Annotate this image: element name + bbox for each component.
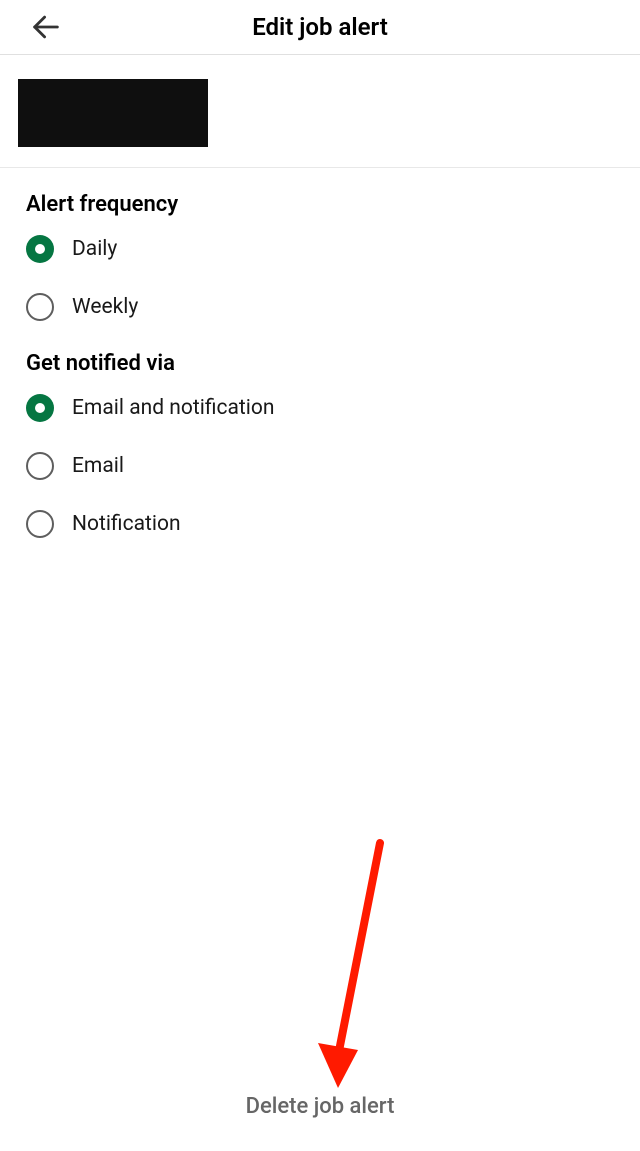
radio-unselected-icon (26, 452, 54, 480)
radio-unselected-icon (26, 293, 54, 321)
radio-selected-icon (26, 235, 54, 263)
content: Alert frequency Daily Weekly Get notifie… (0, 168, 640, 592)
radio-label: Email and notification (72, 396, 274, 420)
frequency-heading: Alert frequency (26, 192, 614, 217)
arrow-left-icon (29, 10, 63, 44)
page-title: Edit job alert (252, 13, 388, 41)
preview-section (0, 55, 640, 168)
notification-heading: Get notified via (26, 351, 614, 376)
header: Edit job alert (0, 0, 640, 55)
notification-option-notification[interactable]: Notification (26, 510, 614, 538)
radio-unselected-icon (26, 510, 54, 538)
radio-label: Notification (72, 512, 181, 536)
redacted-content (18, 79, 208, 147)
frequency-option-daily[interactable]: Daily (26, 235, 614, 263)
delete-job-alert-button[interactable]: Delete job alert (246, 1094, 395, 1119)
back-button[interactable] (28, 9, 64, 45)
radio-label: Daily (72, 237, 117, 261)
frequency-option-weekly[interactable]: Weekly (26, 293, 614, 321)
annotation-arrow-icon (310, 838, 400, 1098)
radio-selected-icon (26, 394, 54, 422)
radio-label: Email (72, 454, 124, 478)
notification-option-email[interactable]: Email (26, 452, 614, 480)
radio-label: Weekly (72, 295, 138, 319)
notification-option-email-and-notification[interactable]: Email and notification (26, 394, 614, 422)
